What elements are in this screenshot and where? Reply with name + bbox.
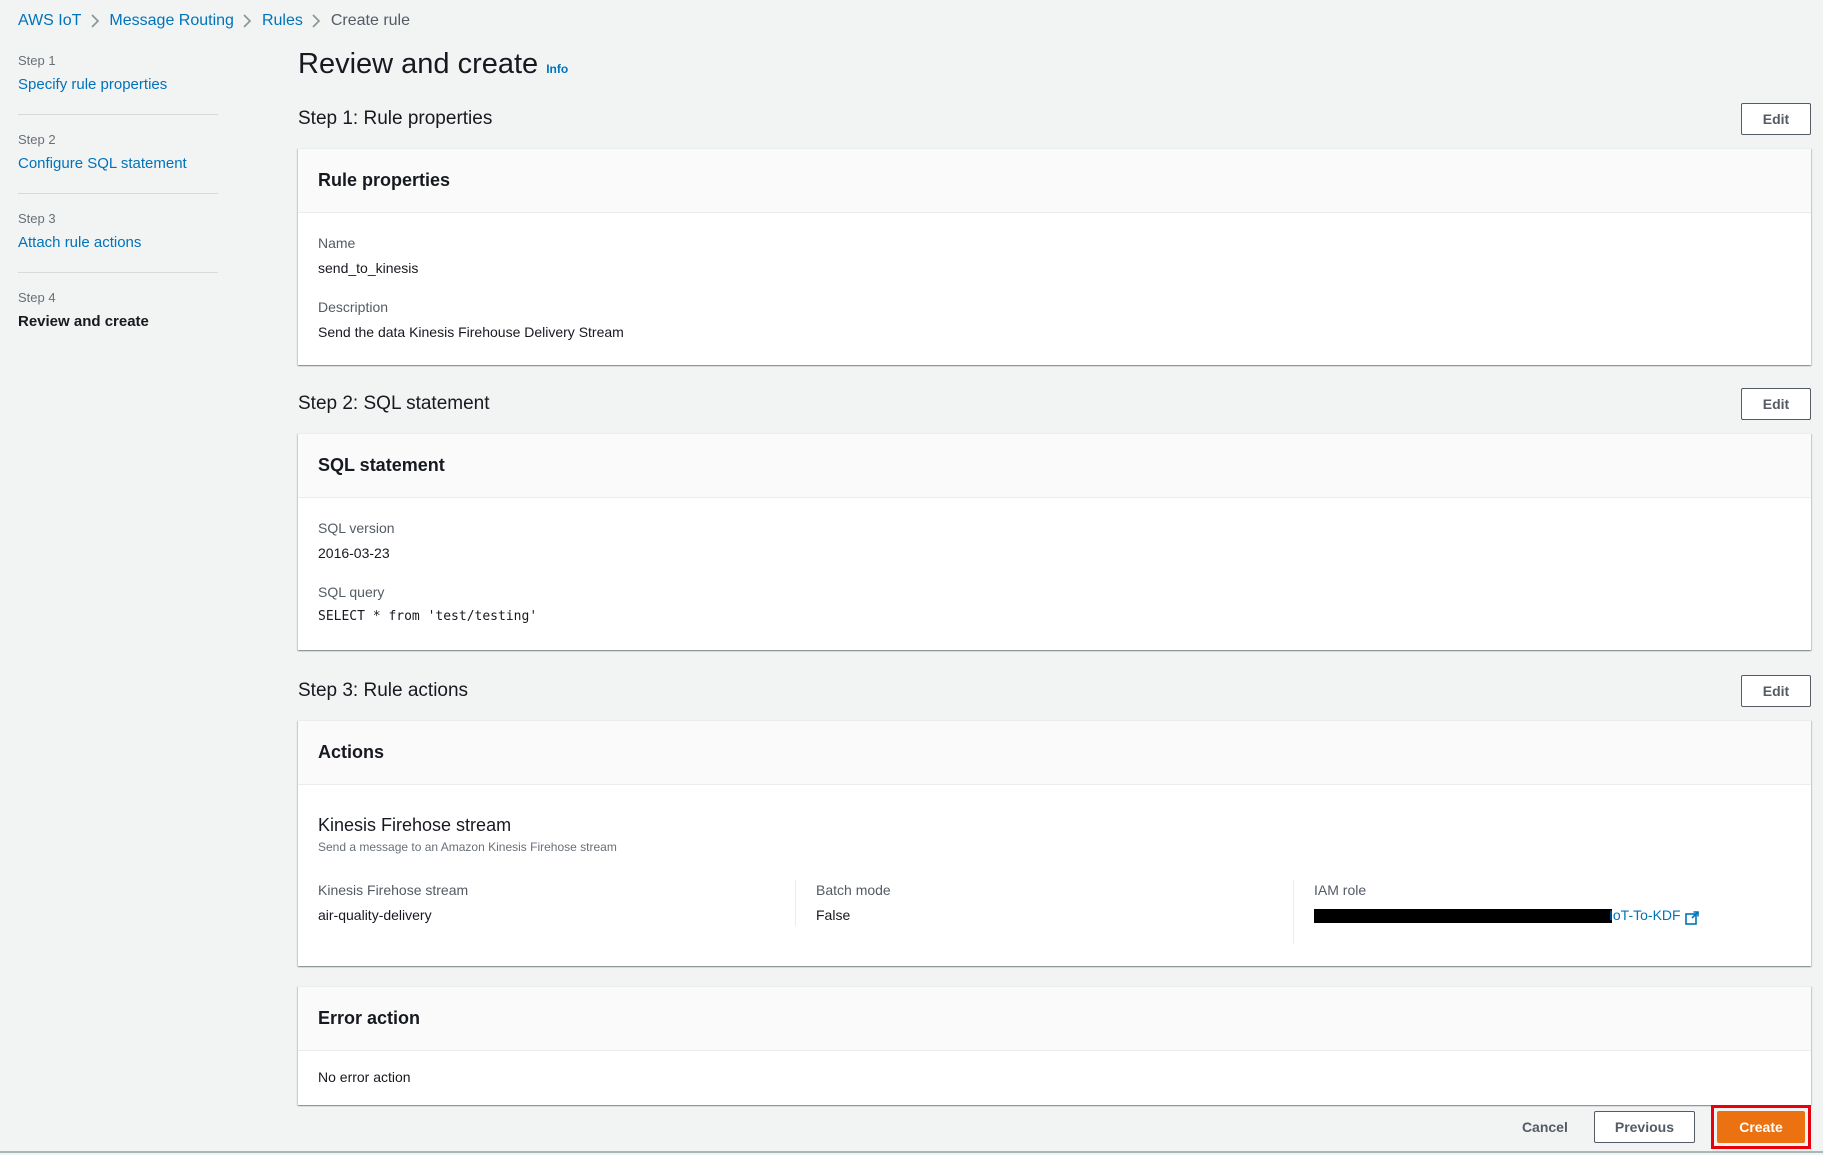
sql-query: SQL query SELECT * from 'test/testing': [318, 582, 1791, 628]
step-current-review-and-create: Review and create: [18, 313, 149, 330]
chevron-right-icon: [81, 14, 109, 28]
rule-name: Name send_to_kinesis: [318, 233, 1791, 279]
redaction-bar: [1314, 909, 1612, 924]
edit-sql-button[interactable]: Edit: [1741, 388, 1811, 420]
panel-title: SQL statement: [318, 455, 445, 475]
wizard-step-3: Step 3 Attach rule actions: [18, 210, 218, 273]
field-label: Name: [318, 235, 356, 251]
section-heading: Step 1: Rule properties: [298, 108, 493, 129]
bottom-divider: [0, 1151, 1823, 1153]
step-number: Step 2: [18, 132, 56, 147]
step-link-specify-rule-properties[interactable]: Specify rule properties: [18, 74, 218, 96]
section-heading: Step 2: SQL statement: [298, 393, 490, 414]
field-label: SQL query: [318, 584, 385, 600]
sql-statement-panel: SQL statement SQL version 2016-03-23 SQL…: [298, 433, 1811, 650]
page-title: Review and create: [298, 48, 539, 80]
field-label: Description: [318, 299, 389, 315]
create-button[interactable]: Create: [1717, 1111, 1805, 1143]
actions-panel: Actions Kinesis Firehose stream Send a m…: [298, 720, 1811, 966]
action-title: Kinesis Firehose stream: [318, 815, 512, 835]
section-actions-header: Step 3: Rule actions Edit: [298, 668, 1811, 714]
field-value: SELECT * from 'test/testing': [318, 609, 538, 624]
chevron-right-icon: [303, 14, 331, 28]
step-number: Step 1: [18, 53, 56, 68]
panel-body: Kinesis Firehose stream Send a message t…: [298, 785, 1811, 966]
wizard-steps: Step 1 Specify rule properties Step 2 Co…: [18, 50, 218, 367]
external-link-icon[interactable]: [1684, 909, 1699, 926]
step-link-configure-sql[interactable]: Configure SQL statement: [18, 153, 218, 175]
panel-body: No error action: [298, 1051, 1811, 1105]
rule-description: Description Send the data Kinesis Fireho…: [318, 297, 1791, 343]
main-content: Review and create Info Step 1: Rule prop…: [298, 48, 1811, 1105]
edit-rule-properties-button[interactable]: Edit: [1741, 103, 1811, 135]
field-label: IAM role: [1314, 882, 1367, 898]
iam-role: IAM role IoT-To-KDF: [1293, 880, 1791, 944]
field-value: Send the data Kinesis Firehouse Delivery…: [318, 324, 624, 340]
action-details: Kinesis Firehose stream air-quality-deli…: [318, 880, 1791, 944]
sql-version: SQL version 2016-03-23: [318, 518, 1791, 564]
section-sql-header: Step 2: SQL statement Edit: [298, 381, 1811, 427]
panel-header: Rule properties: [298, 149, 1811, 213]
step-number: Step 4: [18, 290, 56, 305]
error-action-value: No error action: [318, 1069, 411, 1085]
field-value: 2016-03-23: [318, 545, 390, 561]
error-action-panel: Error action No error action: [298, 986, 1811, 1105]
section-rule-properties-header: Step 1: Rule properties Edit: [298, 96, 1811, 142]
panel-title: Actions: [318, 742, 385, 762]
step-link-attach-rule-actions[interactable]: Attach rule actions: [18, 232, 218, 254]
field-label: Batch mode: [816, 882, 891, 898]
panel-body: Name send_to_kinesis Description Send th…: [298, 213, 1811, 365]
breadcrumb: AWS IoT Message Routing Rules Create rul…: [18, 10, 410, 32]
field-value: False: [816, 907, 851, 923]
breadcrumb-create-rule: Create rule: [330, 12, 410, 29]
panel-body: SQL version 2016-03-23 SQL query SELECT …: [298, 498, 1811, 650]
cancel-button[interactable]: Cancel: [1512, 1119, 1578, 1135]
field-value: air-quality-delivery: [318, 907, 432, 923]
edit-actions-button[interactable]: Edit: [1741, 675, 1811, 707]
breadcrumb-rules[interactable]: Rules: [262, 12, 303, 30]
panel-title: Error action: [318, 1008, 421, 1028]
iam-role-link[interactable]: IoT-To-KDF: [1609, 907, 1681, 923]
chevron-right-icon: [234, 14, 262, 28]
section-heading: Step 3: Rule actions: [298, 680, 469, 701]
panel-title: Rule properties: [318, 170, 451, 190]
highlight-box: Create: [1711, 1105, 1811, 1149]
field-value: send_to_kinesis: [318, 260, 419, 276]
wizard-footer: Cancel Previous Create: [1512, 1105, 1811, 1149]
rule-properties-panel: Rule properties Name send_to_kinesis Des…: [298, 148, 1811, 365]
field-label: SQL version: [318, 520, 395, 536]
wizard-step-4: Step 4 Review and create: [18, 289, 218, 351]
panel-header: Error action: [298, 987, 1811, 1051]
wizard-step-1: Step 1 Specify rule properties: [18, 52, 218, 115]
step-number: Step 3: [18, 211, 56, 226]
firehose-stream: Kinesis Firehose stream air-quality-deli…: [318, 880, 795, 926]
action-description: Send a message to an Amazon Kinesis Fire…: [318, 840, 617, 854]
breadcrumb-aws-iot[interactable]: AWS IoT: [18, 12, 81, 30]
breadcrumb-message-routing[interactable]: Message Routing: [109, 12, 234, 30]
panel-header: SQL statement: [298, 434, 1811, 498]
info-link[interactable]: Info: [546, 62, 568, 76]
field-label: Kinesis Firehose stream: [318, 882, 469, 898]
panel-header: Actions: [298, 721, 1811, 785]
iam-role-value: IoT-To-KDF: [1314, 904, 1771, 926]
batch-mode: Batch mode False: [795, 880, 1293, 926]
page-header: Review and create Info: [298, 48, 1811, 92]
wizard-step-2: Step 2 Configure SQL statement: [18, 131, 218, 194]
previous-button[interactable]: Previous: [1593, 1111, 1695, 1143]
